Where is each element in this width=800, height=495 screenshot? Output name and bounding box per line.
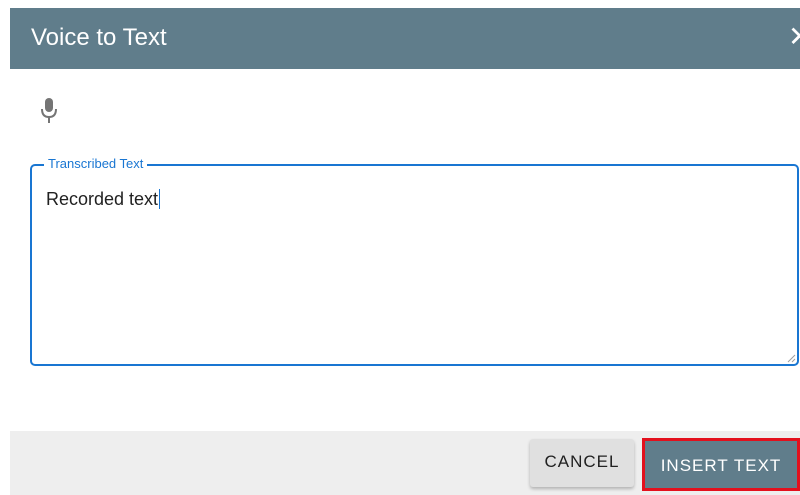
text-caret	[159, 189, 161, 209]
transcribed-text-field[interactable]: Transcribed Text Recorded text	[30, 156, 799, 366]
voice-to-text-dialog: Voice to Text ✕ Transcribed Text Recorde…	[0, 0, 800, 495]
dialog-header: Voice to Text ✕	[10, 8, 800, 69]
transcribed-text-label: Transcribed Text	[44, 156, 148, 172]
dialog-actions: CANCEL INSERT TEXT	[10, 431, 800, 495]
dialog-title: Voice to Text	[31, 24, 167, 51]
insert-text-button[interactable]: INSERT TEXT	[642, 438, 800, 491]
close-icon[interactable]: ✕	[788, 22, 800, 52]
microphone-icon[interactable]	[38, 96, 60, 126]
cancel-button[interactable]: CANCEL	[530, 439, 634, 487]
transcribed-text-value[interactable]: Recorded text	[46, 188, 161, 210]
resize-handle-icon[interactable]	[786, 353, 796, 363]
